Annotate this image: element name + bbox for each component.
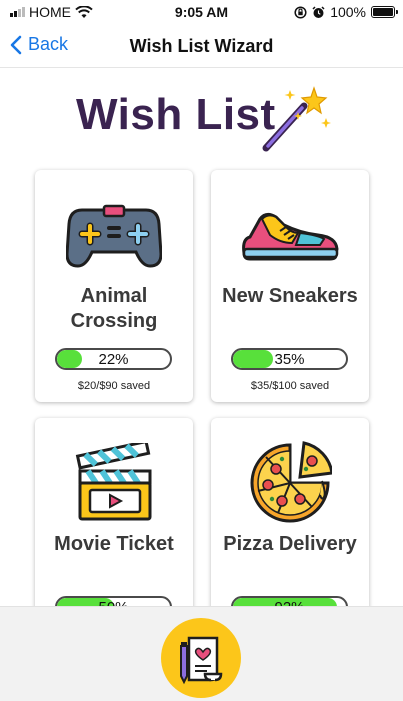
hero-header: Wish List xyxy=(0,78,403,158)
pizza-icon xyxy=(250,441,332,523)
gamepad-icon xyxy=(66,204,162,268)
saved-amount: $35/$100 saved xyxy=(250,380,330,392)
page-title: Wish List Wizard xyxy=(129,36,274,56)
wish-name: Pizza Delivery xyxy=(223,533,357,555)
add-wish-button[interactable] xyxy=(161,618,241,698)
nav-bar: Back Wish List Wizard xyxy=(0,24,403,68)
saved-amount: $20/$90 saved xyxy=(77,380,151,392)
status-right: 100% xyxy=(294,4,398,20)
status-bar: HOME 9:05 AM 100% xyxy=(0,0,403,24)
magic-wand-icon xyxy=(262,86,331,152)
wish-scroll-icon xyxy=(180,636,223,685)
wish-list-heading: Wish List xyxy=(76,90,276,139)
bottom-bar xyxy=(0,606,403,701)
rotation-lock-icon xyxy=(294,5,307,19)
wish-card-new-sneakers[interactable]: New Sneakers 35% $35/$100 saved xyxy=(211,170,369,402)
progress-percent: 22% xyxy=(98,351,129,368)
progress-percent: 35% xyxy=(274,351,305,368)
wish-card-animal-crossing[interactable]: Animal Crossing 22% $20/$90 saved xyxy=(35,170,193,402)
progress-bar: 22% xyxy=(55,348,172,370)
battery-icon xyxy=(371,6,398,18)
battery-percent: 100% xyxy=(330,4,366,20)
wish-name: New Sneakers xyxy=(222,285,358,307)
wish-name: Movie Ticket xyxy=(54,533,174,555)
alarm-icon xyxy=(312,5,325,18)
clapperboard-icon xyxy=(75,443,152,521)
sneaker-icon xyxy=(242,212,339,261)
wish-name: Animal Crossing xyxy=(70,285,158,332)
progress-bar: 35% xyxy=(231,348,348,370)
